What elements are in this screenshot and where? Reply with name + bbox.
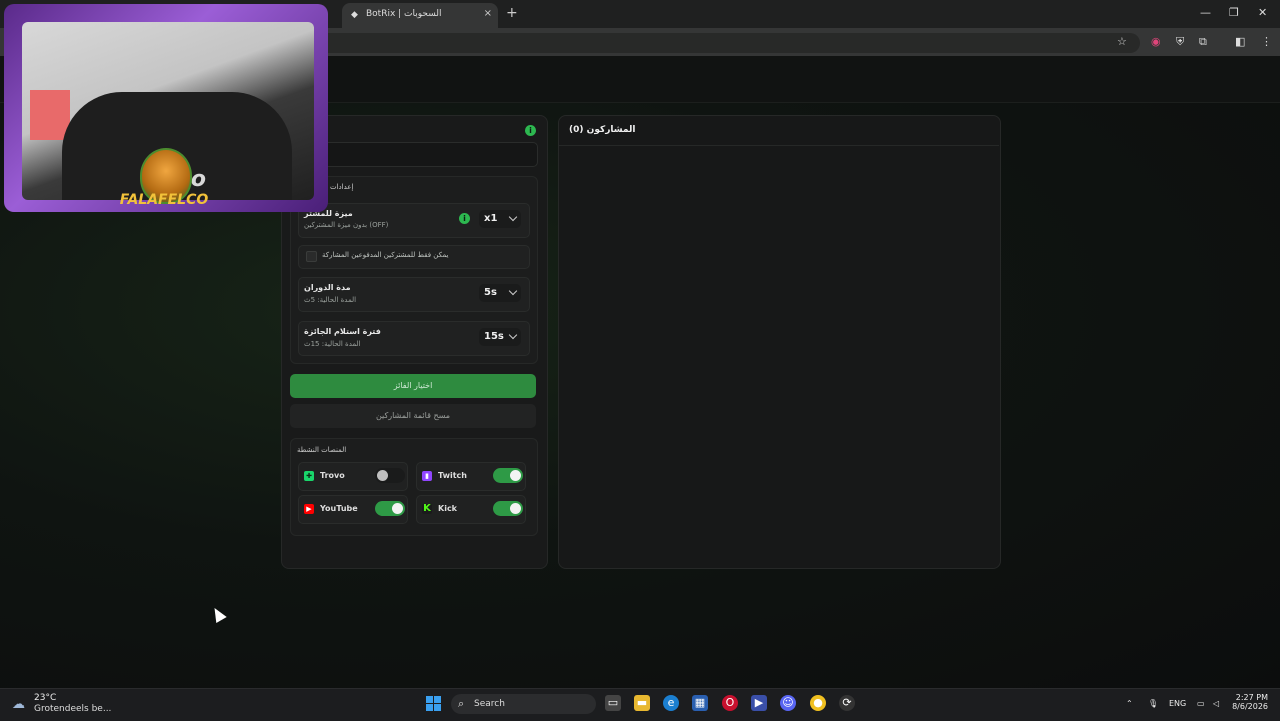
date: 8/6/2026 <box>1232 702 1268 711</box>
bookmark-star-icon[interactable]: ☆ <box>1117 35 1127 48</box>
weather-description: Grotendeels be... <box>34 704 112 714</box>
minimize-button[interactable]: — <box>1200 6 1211 19</box>
microphone-icon[interactable]: 🎙 <box>1148 699 1158 708</box>
close-window-button[interactable]: ✕ <box>1258 6 1267 19</box>
multiplier-select[interactable]: x1 <box>479 210 521 228</box>
profile-icon[interactable]: ◧ <box>1235 35 1245 48</box>
toggle-kick[interactable] <box>493 501 523 516</box>
trovo-icon: ✚ <box>304 471 314 481</box>
spin-duration-select[interactable]: 5s <box>479 284 521 302</box>
search-label: Search <box>474 699 505 709</box>
opera-icon[interactable]: O <box>722 695 738 711</box>
tab-close-button[interactable]: × <box>484 8 492 19</box>
claim-period-title: فترة استلام الجائزة <box>304 327 381 336</box>
divider <box>559 145 999 146</box>
platform-name-kick: Kick <box>438 504 458 513</box>
volume-icon[interactable]: ◁ <box>1213 699 1219 708</box>
botrix-favicon-icon: ◆ <box>351 10 358 20</box>
app-icon[interactable]: ▶ <box>751 695 767 711</box>
platforms-title: المنصات النشطة <box>297 446 347 454</box>
extension-icon[interactable]: ◉ <box>1151 35 1161 48</box>
toggle-twitch[interactable] <box>493 468 523 483</box>
cloud-icon: ☁ <box>12 697 25 712</box>
menu-kebab-icon[interactable]: ⋮ <box>1261 35 1272 48</box>
taskbar-search[interactable]: ⌕ Search <box>451 694 596 714</box>
panel-header-label: الق <box>294 123 534 132</box>
claim-period-select[interactable]: 15s <box>479 328 521 346</box>
search-icon: ⌕ <box>458 697 465 710</box>
platform-name-trovo: Trovo <box>320 471 345 480</box>
paid-only-checkbox[interactable] <box>306 251 317 262</box>
chevron-down-icon <box>508 286 518 296</box>
falafelco-logo: FALAFELCO <box>118 148 210 232</box>
maximize-button[interactable]: ❐ <box>1229 6 1239 19</box>
new-tab-button[interactable]: + <box>506 5 518 21</box>
temperature: 23°C <box>34 693 57 703</box>
task-view-icon[interactable]: ▭ <box>605 695 621 711</box>
language-indicator[interactable]: ENG <box>1169 699 1186 708</box>
spin-duration-value: 5s <box>484 287 497 298</box>
clock[interactable]: 2:27 PM 8/6/2026 <box>1232 693 1268 711</box>
tab-title: BotRix | السحوبات <box>366 9 442 19</box>
participants-title: المشاركون (0) <box>569 125 636 135</box>
store-icon[interactable]: ▦ <box>692 695 708 711</box>
kick-icon: K <box>422 503 432 514</box>
network-icon[interactable]: ▭ <box>1197 699 1205 708</box>
toggle-trovo[interactable] <box>375 468 405 483</box>
youtube-icon: ▶ <box>304 504 314 514</box>
spin-duration-title: مدة الدوران <box>304 283 351 292</box>
info-icon[interactable]: i <box>525 125 536 136</box>
toggle-knob <box>377 470 388 481</box>
tray-chevron-icon[interactable]: ⌃ <box>1126 699 1133 708</box>
windows-start-icon[interactable] <box>426 696 441 711</box>
info-icon[interactable]: i <box>459 213 470 224</box>
address-bar[interactable] <box>300 33 1140 53</box>
logo-text: FALAFELCO <box>119 192 209 208</box>
pick-winner-button[interactable]: اختيار الفائز <box>290 374 536 398</box>
extensions-puzzle-icon[interactable]: ⧉ <box>1199 35 1207 49</box>
participants-panel <box>558 115 1001 569</box>
subscriber-feature-subtitle: بدون ميزة المشتركين (OFF) <box>304 221 389 229</box>
toggle-knob <box>510 470 521 481</box>
chevron-down-icon <box>508 330 518 340</box>
chrome-icon[interactable]: ● <box>810 695 826 711</box>
time: 2:27 PM <box>1235 693 1268 702</box>
browser-tab[interactable]: ◆ BotRix | السحوبات × <box>342 3 498 28</box>
app-settings-icon[interactable]: ⟳ <box>839 695 855 711</box>
edge-icon[interactable]: e <box>663 695 679 711</box>
platform-name-youtube: YouTube <box>320 504 358 513</box>
twitch-icon: ▮ <box>422 471 432 481</box>
shield-extension-icon[interactable]: ⛨ <box>1176 35 1184 49</box>
claim-period-subtitle: المدة الحالية: 15ث <box>304 340 361 348</box>
clear-participants-button[interactable]: مسح قائمة المشاركين <box>290 404 536 428</box>
discord-icon[interactable]: ☺ <box>780 695 796 711</box>
file-explorer-icon[interactable]: ▬ <box>634 695 650 711</box>
toggle-knob <box>510 503 521 514</box>
toggle-knob <box>392 503 403 514</box>
platform-name-twitch: Twitch <box>438 471 467 480</box>
chevron-down-icon <box>508 212 518 222</box>
claim-period-value: 15s <box>484 331 504 342</box>
toggle-youtube[interactable] <box>375 501 405 516</box>
settings-title: إعدادات <box>330 183 354 191</box>
paid-only-label: يمكن فقط للمشتركين المدفوعين المشاركة <box>322 251 449 259</box>
spin-duration-subtitle: المدة الحالية: 5ث <box>304 296 357 304</box>
multiplier-value: x1 <box>484 213 498 224</box>
